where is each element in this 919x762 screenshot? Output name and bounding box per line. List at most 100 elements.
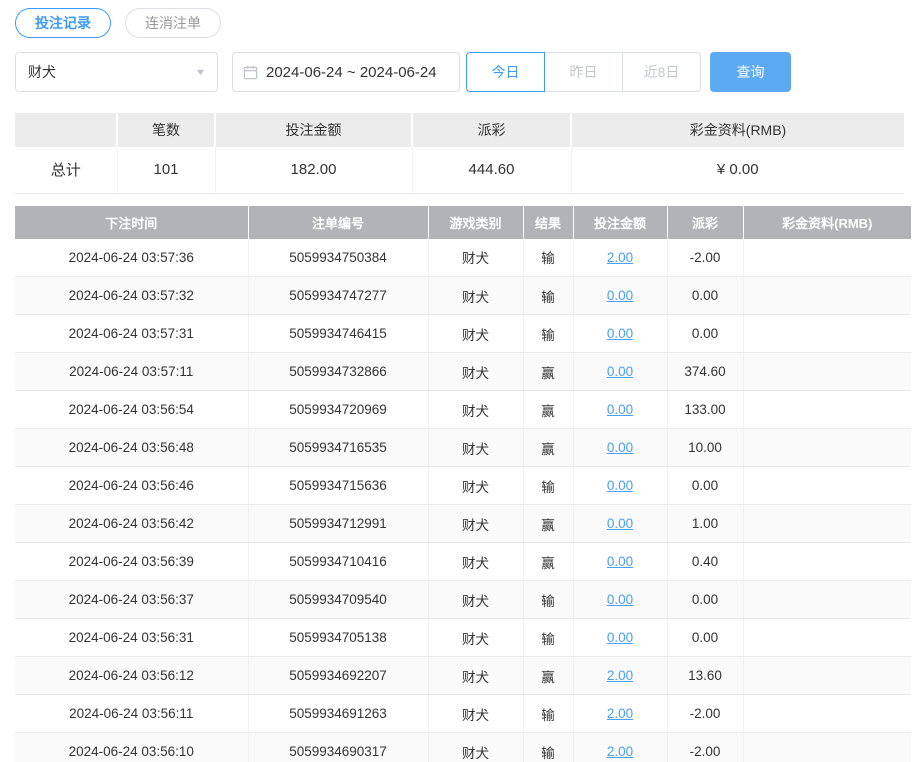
records-header-order-id: 注单编号	[248, 206, 428, 239]
game-type-cell: 财犬	[428, 543, 523, 581]
payout-cell: -2.00	[667, 733, 743, 762]
bet-amount-link[interactable]: 2.00	[607, 668, 633, 683]
result-cell: 赢	[523, 391, 573, 429]
game-type-cell: 财犬	[428, 239, 523, 277]
payout-cell: 0.00	[667, 619, 743, 657]
bet-amount-cell: 0.00	[573, 467, 667, 505]
table-row: 2024-06-24 03:57:315059934746415财犬输0.000…	[15, 315, 911, 353]
order-id-cell: 5059934750384	[248, 239, 428, 277]
quick-btn-yesterday[interactable]: 昨日	[544, 52, 623, 92]
game-type-cell: 财犬	[428, 505, 523, 543]
bet-amount-link[interactable]: 0.00	[607, 630, 633, 645]
game-type-cell: 财犬	[428, 315, 523, 353]
bonus-cell	[743, 429, 911, 467]
bonus-cell	[743, 657, 911, 695]
table-row: 2024-06-24 03:56:315059934705138财犬输0.000…	[15, 619, 911, 657]
summary-header-row: 笔数 投注金额 派彩 彩金资料(RMB)	[15, 113, 904, 147]
bonus-cell	[743, 733, 911, 762]
bet-amount-cell: 0.00	[573, 505, 667, 543]
payout-cell: -2.00	[667, 695, 743, 733]
order-id-cell: 5059934715636	[248, 467, 428, 505]
result-cell: 输	[523, 619, 573, 657]
records-table: 下注时间 注单编号 游戏类别 结果 投注金额 派彩 彩金资料(RMB) 2024…	[15, 206, 911, 762]
table-row: 2024-06-24 03:56:375059934709540财犬输0.000…	[15, 581, 911, 619]
quick-date-buttons: 今日 昨日 近8日	[466, 52, 701, 92]
bet-amount-link[interactable]: 0.00	[607, 440, 633, 455]
summary-table: 笔数 投注金额 派彩 彩金资料(RMB) 总计 101 182.00 444.6…	[15, 113, 904, 194]
bet-amount-link[interactable]: 0.00	[607, 554, 633, 569]
records-header-bet-time: 下注时间	[15, 206, 248, 239]
payout-cell: 0.00	[667, 467, 743, 505]
bet-amount-link[interactable]: 2.00	[607, 706, 633, 721]
bet-amount-link[interactable]: 0.00	[607, 288, 633, 303]
result-cell: 输	[523, 239, 573, 277]
table-row: 2024-06-24 03:56:425059934712991财犬赢0.001…	[15, 505, 911, 543]
bonus-cell	[743, 695, 911, 733]
tab-bet-records[interactable]: 投注记录	[15, 8, 111, 38]
payout-cell: -2.00	[667, 239, 743, 277]
table-row: 2024-06-24 03:57:115059934732866财犬赢0.003…	[15, 353, 911, 391]
chevron-down-icon: ▼	[194, 67, 206, 77]
order-id-cell: 5059934705138	[248, 619, 428, 657]
payout-cell: 10.00	[667, 429, 743, 467]
filter-bar: 财犬 ▼ 2024-06-24 ~ 2024-06-24 今日 昨日 近8日 查…	[15, 52, 911, 92]
summary-total-row: 总计 101 182.00 444.60 ¥ 0.00	[15, 147, 904, 193]
quick-btn-today[interactable]: 今日	[466, 52, 545, 92]
order-id-cell: 5059934709540	[248, 581, 428, 619]
game-select[interactable]: 财犬 ▼	[15, 52, 218, 92]
tab-cancelled-orders[interactable]: 连消注单	[125, 8, 221, 38]
table-row: 2024-06-24 03:56:105059934690317财犬输2.00-…	[15, 733, 911, 762]
records-header-game-type: 游戏类别	[428, 206, 523, 239]
table-row: 2024-06-24 03:57:365059934750384财犬输 2.00 -…	[15, 239, 911, 277]
payout-cell: 0.00	[667, 277, 743, 315]
order-id-cell: 5059934710416	[248, 543, 428, 581]
payout-cell: 0.00	[667, 315, 743, 353]
bet-amount-cell: 0.00	[573, 353, 667, 391]
quick-btn-last-8-days[interactable]: 近8日	[622, 52, 701, 92]
bet-amount-link[interactable]: 0.00	[607, 364, 633, 379]
bet-amount-cell: 2.00	[573, 733, 667, 762]
game-type-cell: 财犬	[428, 353, 523, 391]
game-type-cell: 财犬	[428, 391, 523, 429]
game-type-cell: 财犬	[428, 467, 523, 505]
summary-total-bonus: ¥ 0.00	[571, 147, 904, 193]
bet-amount-link[interactable]: 0.00	[607, 478, 633, 493]
bet-time-cell: 2024-06-24 03:57:36	[15, 239, 248, 277]
bet-amount-cell: 2.00	[573, 695, 667, 733]
table-row: 2024-06-24 03:56:465059934715636财犬输0.000…	[15, 467, 911, 505]
bet-amount-link[interactable]: 2.00	[607, 250, 633, 265]
order-id-cell: 5059934692207	[248, 657, 428, 695]
payout-cell: 13.60	[667, 657, 743, 695]
summary-header-payout: 派彩	[412, 113, 571, 147]
order-id-cell: 5059934691263	[248, 695, 428, 733]
payout-cell: 374.60	[667, 353, 743, 391]
bet-amount-cell: 2.00	[573, 657, 667, 695]
bet-time-cell: 2024-06-24 03:56:42	[15, 505, 248, 543]
order-id-cell: 5059934732866	[248, 353, 428, 391]
bet-time-cell: 2024-06-24 03:57:32	[15, 277, 248, 315]
bet-time-cell: 2024-06-24 03:56:39	[15, 543, 248, 581]
bonus-cell	[743, 391, 911, 429]
bet-amount-link[interactable]: 0.00	[607, 516, 633, 531]
bet-time-cell: 2024-06-24 03:57:11	[15, 353, 248, 391]
table-row: 2024-06-24 03:56:545059934720969财犬赢0.001…	[15, 391, 911, 429]
payout-cell: 0.40	[667, 543, 743, 581]
bet-amount-cell: 0.00	[573, 391, 667, 429]
date-range-value: 2024-06-24 ~ 2024-06-24	[266, 64, 437, 81]
records-header-payout: 派彩	[667, 206, 743, 239]
result-cell: 赢	[523, 429, 573, 467]
search-button[interactable]: 查询	[710, 52, 791, 92]
summary-header-bet-amount: 投注金额	[215, 113, 412, 147]
order-id-cell: 5059934746415	[248, 315, 428, 353]
bet-amount-link[interactable]: 0.00	[607, 402, 633, 417]
order-id-cell: 5059934690317	[248, 733, 428, 762]
records-header-bet-amount: 投注金额	[573, 206, 667, 239]
payout-cell: 1.00	[667, 505, 743, 543]
bet-amount-link[interactable]: 0.00	[607, 592, 633, 607]
bet-amount-link[interactable]: 2.00	[607, 744, 633, 759]
result-cell: 输	[523, 733, 573, 762]
date-range-picker[interactable]: 2024-06-24 ~ 2024-06-24	[232, 52, 460, 92]
page: 投注记录 连消注单 财犬 ▼ 2024-06-24 ~ 2024-06-24 今…	[0, 0, 919, 762]
bet-amount-link[interactable]: 0.00	[607, 326, 633, 341]
bonus-cell	[743, 581, 911, 619]
